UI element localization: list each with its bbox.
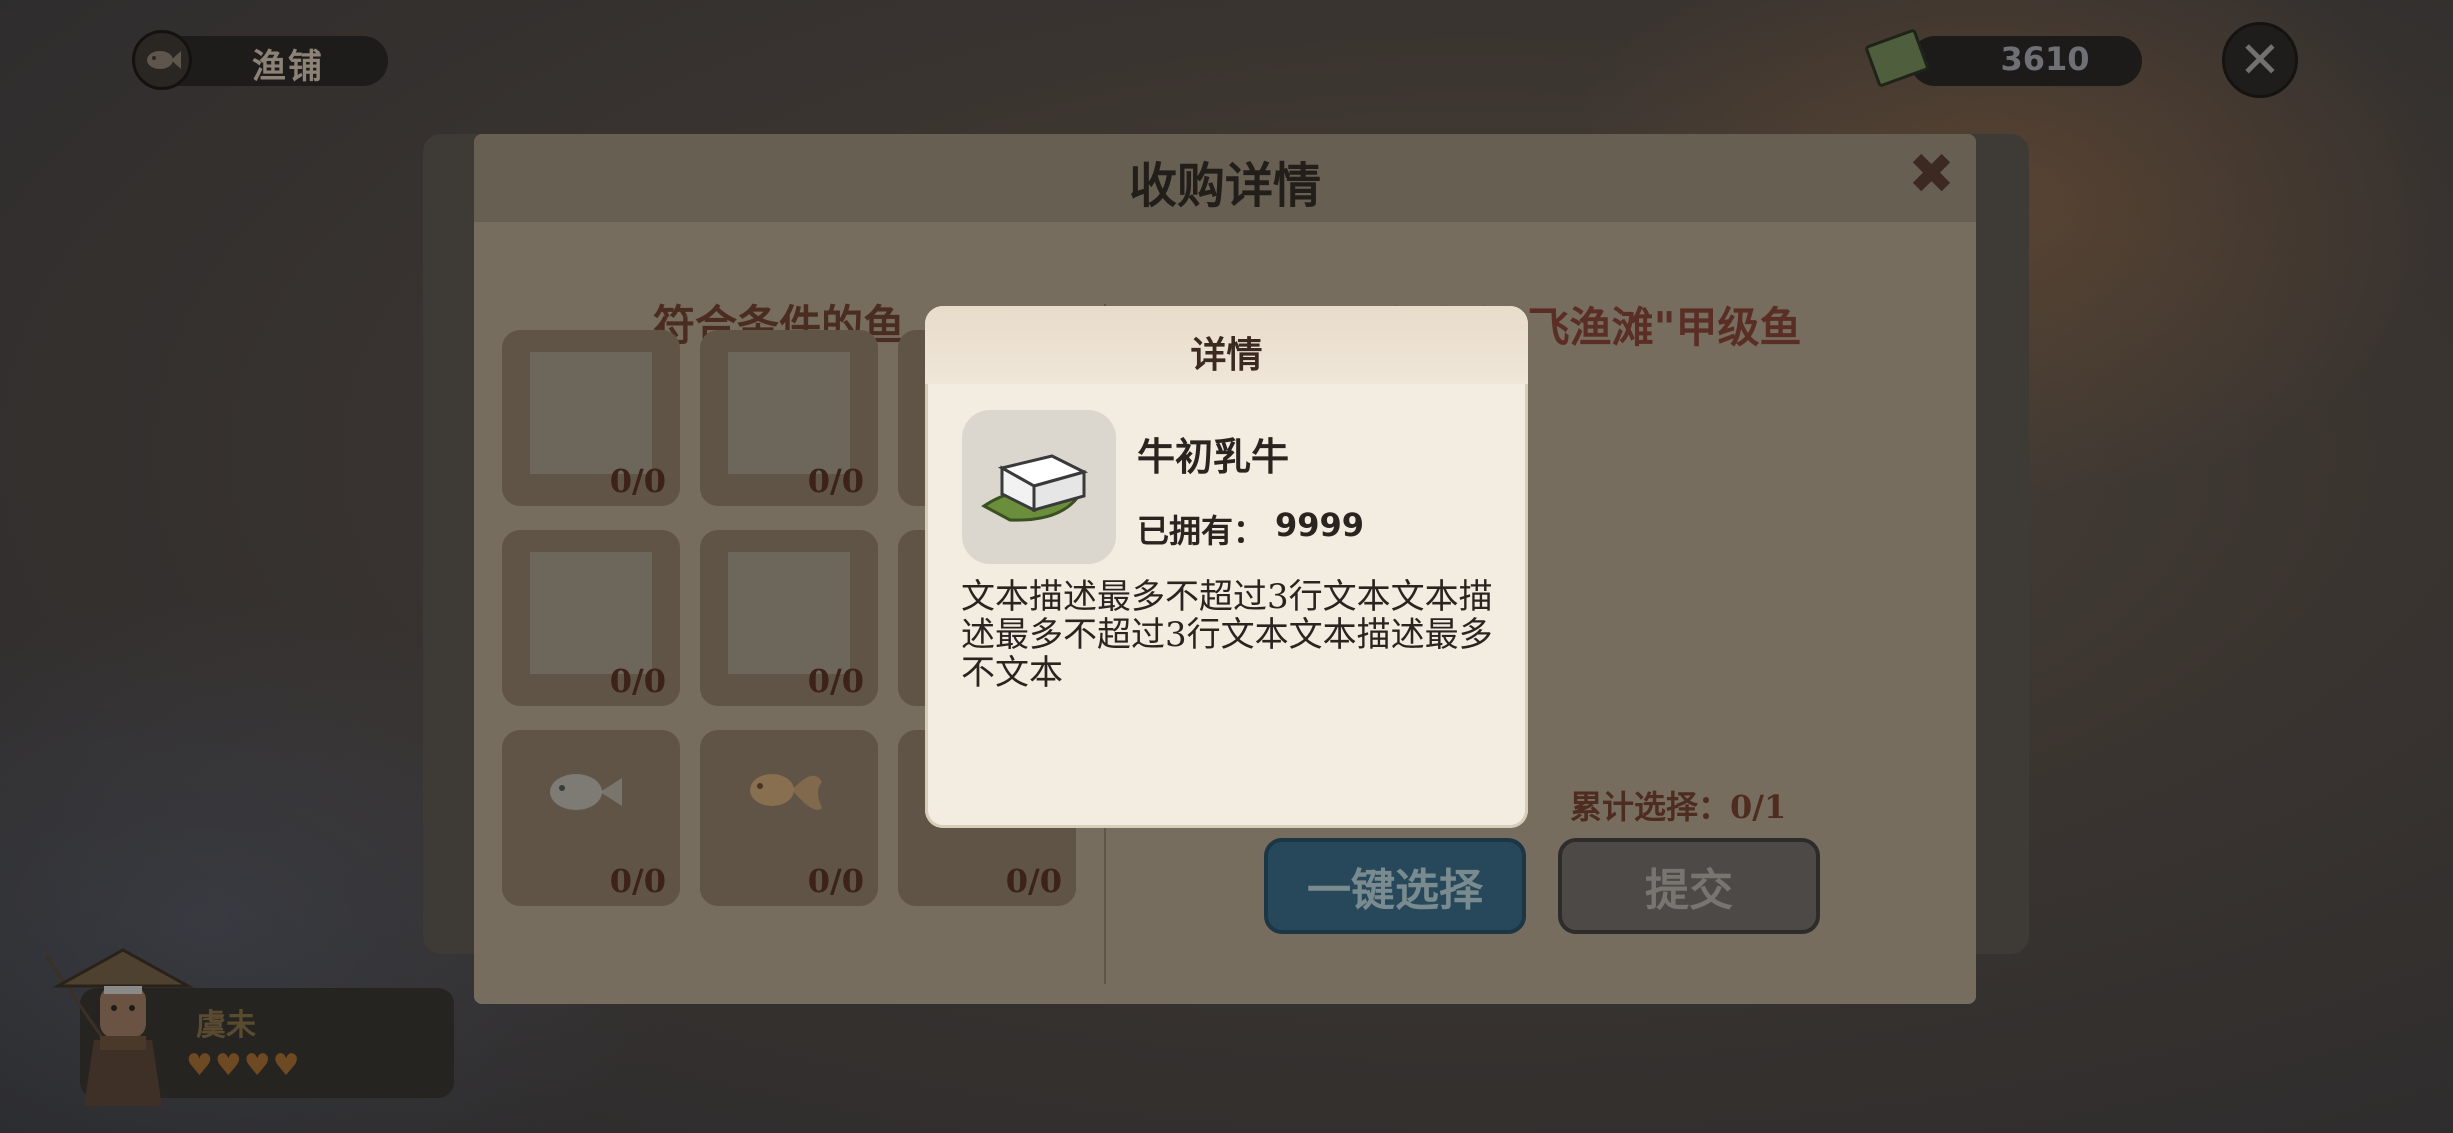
fish-slot[interactable]: 0/0 [700,330,878,506]
one-click-select-button[interactable]: 一键选择 [1264,838,1526,934]
currency-display: 3610 [1864,28,2142,88]
avatar [44,948,194,1106]
fish-slot[interactable]: 0/0 [502,730,680,906]
slot-count: 0/0 [1005,862,1062,900]
owned-label: 已拥有： [1137,512,1266,550]
slot-count: 0/0 [609,862,666,900]
tofu-icon [981,454,1089,522]
owned-value: 9999 [1275,506,1365,544]
slot-count: 0/0 [609,462,666,500]
player-name: 虞未 [196,1008,256,1043]
fish-icon [550,774,622,810]
popup-title: 详情 [1190,334,1263,376]
slot-count: 0/0 [609,662,666,700]
shop-tag[interactable]: 渔铺 [132,30,388,90]
fish-slot[interactable]: 0/0 [502,530,680,706]
fish-slot[interactable]: 0/0 [700,530,878,706]
item-name: 牛初乳牛 [1137,434,1290,479]
fish-slot[interactable]: 0/0 [700,730,878,906]
fish-icon [132,30,192,90]
panel-title: 收购详情 [1128,158,1321,214]
slot-frame [530,352,652,474]
slot-frame [728,352,850,474]
accumulated-selection: 累计选择：0/1 [1570,788,1787,826]
goldfish-icon [750,774,822,810]
heart-icon: ♥♥♥♥ [186,1048,302,1083]
slot-frame [728,552,850,674]
item-icon-frame [962,410,1116,564]
close-icon[interactable]: ✕ [2222,22,2298,98]
submit-button[interactable]: 提交 [1558,838,1820,934]
shop-label: 渔铺 [252,47,324,87]
item-description: 文本描述最多不超过3行文本文本描述最多不超过3行文本文本描述最多不文本 [961,577,1493,693]
slot-count: 0/0 [807,862,864,900]
fish-slot[interactable]: 0/0 [502,330,680,506]
slot-count: 0/0 [807,662,864,700]
close-icon[interactable]: ✖ [1908,142,1955,207]
slot-frame [530,552,652,674]
detail-popup: 详情 牛初乳牛 已拥有： 9999 文本描述最多不超过3行文本文本描述最多不超过… [925,306,1528,828]
currency-value: 3610 [2000,40,2090,78]
slot-count: 0/0 [807,462,864,500]
